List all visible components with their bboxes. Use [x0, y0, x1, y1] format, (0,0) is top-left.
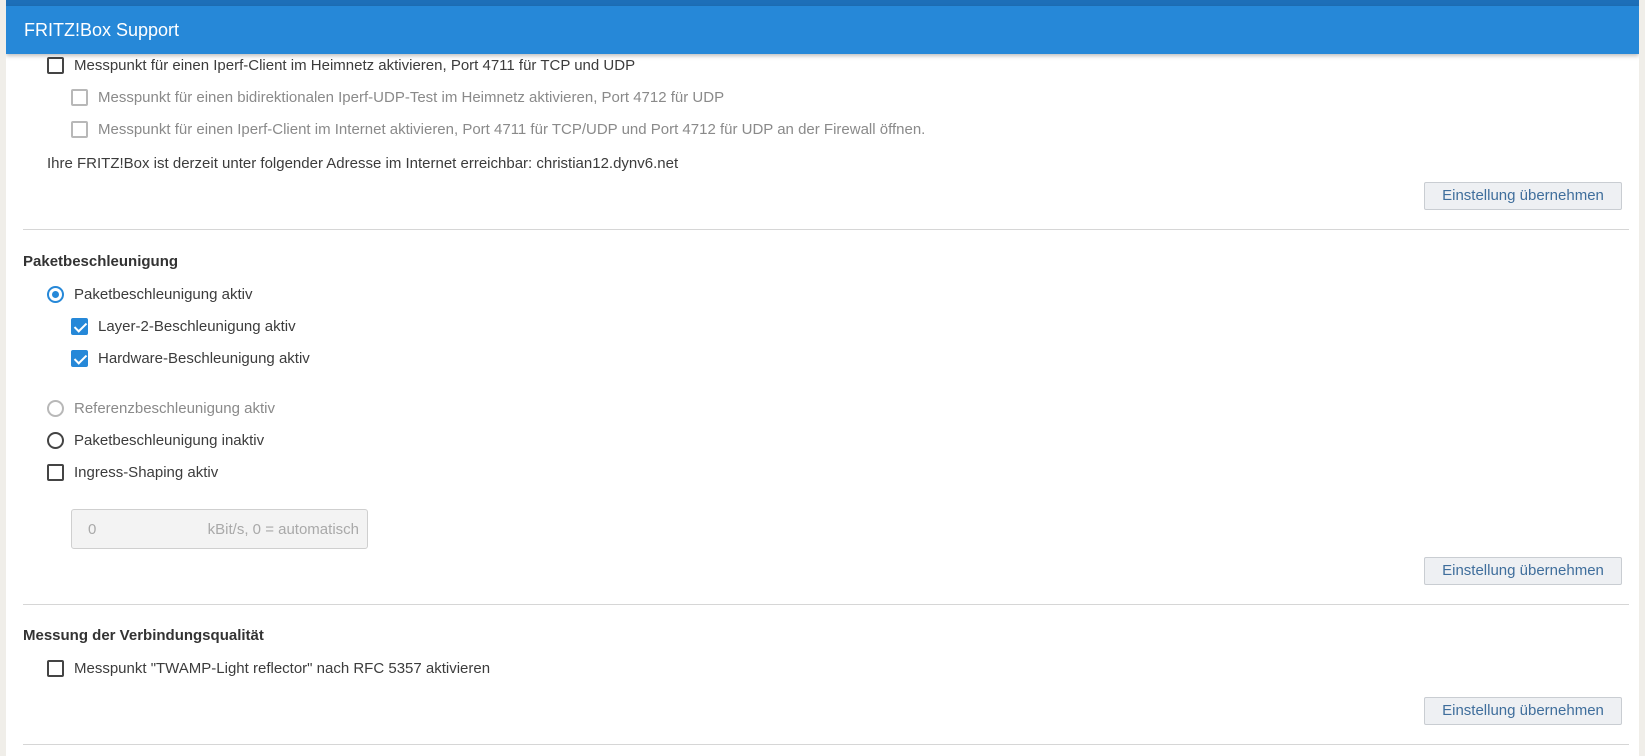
acceleration-apply-button[interactable]: Einstellung übernehmen	[1424, 557, 1622, 585]
iperf-bidirectional-option: Messpunkt für einen bidirektionalen Iper…	[71, 89, 724, 106]
acceleration-inactive-label: Paketbeschleunigung inaktiv	[74, 432, 265, 449]
layer2-option[interactable]: Layer-2-Beschleunigung aktiv	[71, 318, 296, 335]
ingress-label: Ingress-Shaping aktiv	[74, 464, 219, 481]
iperf-bidirectional-checkbox	[71, 89, 88, 106]
reference-option: Referenzbeschleunigung aktiv	[47, 400, 275, 417]
iperf-home-label: Messpunkt für einen Iperf-Client im Heim…	[74, 57, 636, 74]
iperf-bidirectional-label: Messpunkt für einen bidirektionalen Iper…	[98, 89, 725, 106]
quality-apply-button[interactable]: Einstellung übernehmen	[1424, 697, 1622, 725]
iperf-internet-checkbox	[71, 121, 88, 138]
acceleration-heading: Paketbeschleunigung	[23, 253, 179, 270]
reference-label: Referenzbeschleunigung aktiv	[74, 400, 275, 417]
ingress-rate-field: kBit/s, 0 = automatisch	[71, 509, 368, 549]
window-title: FRITZ!Box Support	[24, 20, 180, 40]
acceleration-active-label: Paketbeschleunigung aktiv	[74, 286, 253, 303]
iperf-home-option[interactable]: Messpunkt für einen Iperf-Client im Heim…	[47, 57, 635, 74]
twamp-checkbox[interactable]	[47, 660, 64, 677]
acceleration-inactive-option[interactable]: Paketbeschleunigung inaktiv	[47, 432, 264, 449]
twamp-option[interactable]: Messpunkt "TWAMP-Light reflector" nach R…	[47, 660, 490, 677]
hardware-checkbox[interactable]	[71, 350, 88, 367]
iperf-internet-option: Messpunkt für einen Iperf-Client im Inte…	[71, 121, 925, 138]
iperf-internet-label: Messpunkt für einen Iperf-Client im Inte…	[98, 121, 926, 138]
reference-radio	[47, 400, 64, 417]
window-titlebar: FRITZ!Box Support	[6, 6, 1639, 54]
ingress-checkbox[interactable]	[47, 464, 64, 481]
layer2-checkbox[interactable]	[71, 318, 88, 335]
iperf-home-checkbox[interactable]	[47, 57, 64, 74]
section-divider	[23, 604, 1629, 605]
acceleration-active-option[interactable]: Paketbeschleunigung aktiv	[47, 286, 252, 303]
ingress-rate-input	[88, 520, 198, 538]
internet-address-text: Ihre FRITZ!Box ist derzeit unter folgend…	[47, 155, 679, 172]
support-window: FRITZ!Box Support Messpunkt für einen Ip…	[0, 0, 1645, 756]
section-divider	[23, 744, 1629, 745]
quality-heading: Messung der Verbindungsqualität	[23, 627, 264, 644]
iperf-apply-button[interactable]: Einstellung übernehmen	[1424, 182, 1622, 210]
acceleration-inactive-radio[interactable]	[47, 432, 64, 449]
ingress-option[interactable]: Ingress-Shaping aktiv	[47, 464, 218, 481]
hardware-option[interactable]: Hardware-Beschleunigung aktiv	[71, 350, 310, 367]
layer2-label: Layer-2-Beschleunigung aktiv	[98, 318, 296, 335]
acceleration-active-radio[interactable]	[47, 286, 64, 303]
settings-content: Messpunkt für einen Iperf-Client im Heim…	[6, 54, 1639, 756]
ingress-rate-unit: kBit/s, 0 = automatisch	[207, 520, 359, 538]
hardware-label: Hardware-Beschleunigung aktiv	[98, 350, 310, 367]
section-divider	[23, 229, 1629, 230]
twamp-label: Messpunkt "TWAMP-Light reflector" nach R…	[74, 660, 491, 677]
